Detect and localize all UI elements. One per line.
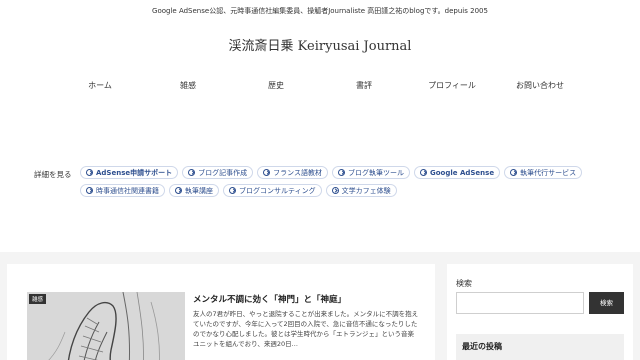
chevron-circle-icon (338, 169, 345, 176)
post-thumbnail[interactable]: 雑感 (27, 292, 185, 360)
chevron-circle-icon (86, 187, 93, 194)
chevron-circle-icon (188, 169, 196, 176)
site-tagline: Google AdSense公認、元時事通信社編集委員、操觚者Journalis… (152, 7, 488, 15)
site-title[interactable]: 渓流斎日乗 Keiryusai Journal (0, 35, 640, 54)
chevron-circle-icon (263, 169, 271, 176)
tag-link[interactable]: Google AdSense (414, 166, 501, 179)
more-details-label: 詳細を見る (34, 170, 72, 179)
chevron-circle-icon (510, 169, 518, 176)
nav-item-zakkan[interactable]: 雑感 (144, 80, 232, 91)
tag-link[interactable]: フランス語教材 (257, 166, 328, 179)
chevron-circle-icon (229, 187, 236, 194)
sketch-illustration (27, 292, 185, 360)
post-title[interactable]: メンタル不調に効く「神門」と「神庭」 (193, 293, 346, 305)
tag-link[interactable]: ブログ記事作成 (182, 166, 254, 179)
chevron-circle-icon (175, 187, 182, 194)
tag-row-1: AdSense申請サポート ブログ記事作成 フランス語教材 ブログ執筆ツール G… (80, 166, 620, 179)
chevron-circle-icon (420, 169, 427, 176)
tag-link[interactable]: ブログコンサルティング (223, 184, 322, 197)
nav-item-home[interactable]: ホーム (56, 80, 144, 91)
nav-item-history[interactable]: 歴史 (232, 80, 320, 91)
search-button[interactable]: 検索 (589, 292, 624, 314)
main-nav: ホーム 雑感 歴史 書評 プロフィール お問い合わせ (56, 80, 584, 91)
search-label: 検索 (456, 279, 472, 288)
tag-link[interactable]: 執筆代行サービス (504, 166, 583, 179)
tag-link[interactable]: ブログ執筆ツール (332, 166, 410, 179)
nav-item-reviews[interactable]: 書評 (320, 80, 408, 91)
tag-link[interactable]: 文学カフェ体験 (325, 184, 397, 197)
recent-posts-heading: 最近の投稿 (456, 334, 624, 360)
sidebar: 検索 検索 最近の投稿 (447, 264, 633, 360)
post-excerpt: 友人の7君が昨日、やっと退院することが出来ました。メンタルに不調を抱えていたので… (193, 310, 419, 348)
tag-row-2: 時事通信社関連書籍 執筆講座 ブログコンサルティング 文学カフェ体験 (80, 184, 620, 197)
tag-link[interactable]: AdSense申請サポート (80, 166, 179, 179)
chevron-circle-icon (86, 169, 93, 176)
chevron-circle-icon (331, 187, 339, 194)
nav-item-contact[interactable]: お問い合わせ (496, 80, 584, 91)
post-card: 雑感 メンタル不調に効く「神門」と「神庭」 友人の7君が昨日、やっと退院すること… (7, 264, 435, 360)
tag-link[interactable]: 時事通信社関連書籍 (80, 184, 165, 197)
nav-item-profile[interactable]: プロフィール (408, 80, 496, 91)
category-badge[interactable]: 雑感 (29, 294, 47, 304)
tag-link[interactable]: 執筆講座 (169, 184, 219, 197)
search-input[interactable] (456, 292, 584, 314)
